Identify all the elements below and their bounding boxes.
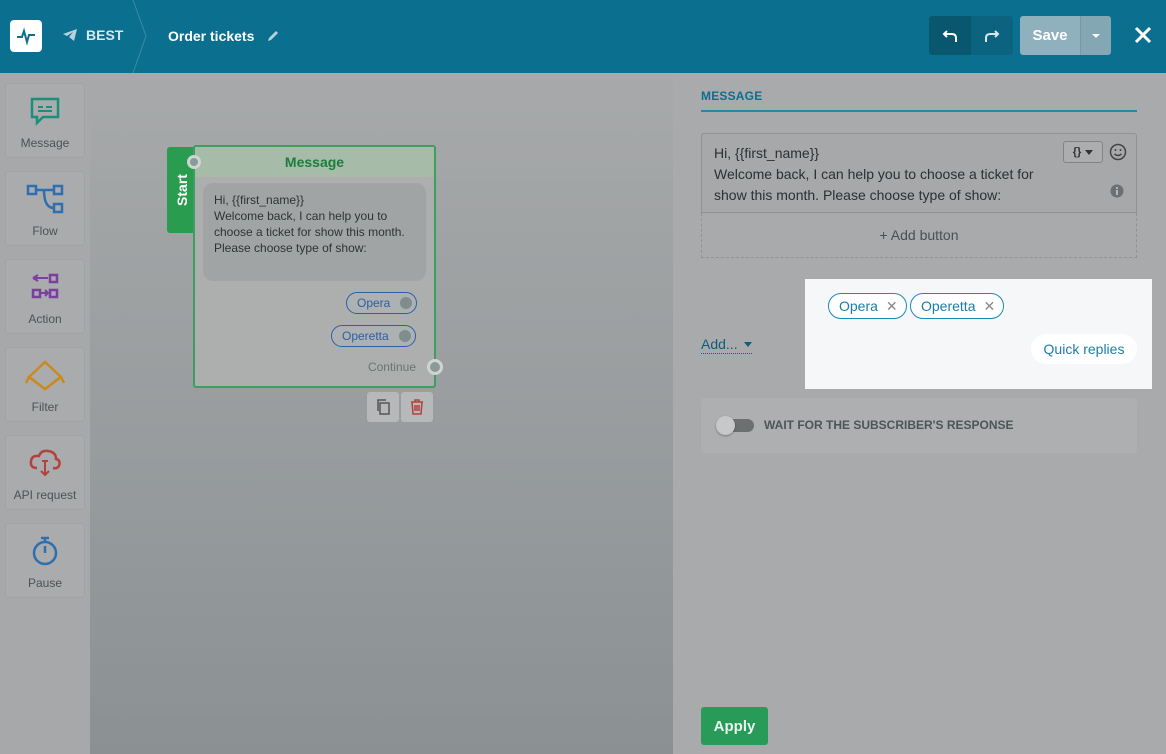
flow-title[interactable]: Order tickets	[168, 28, 280, 44]
variables-button[interactable]: {}	[1063, 141, 1103, 163]
chip-label: Operetta	[921, 298, 976, 314]
telegram-icon	[63, 29, 77, 41]
sidebar-item-label: Filter	[31, 400, 59, 414]
flow-name: Order tickets	[168, 28, 255, 44]
start-label: Start	[174, 174, 190, 206]
sidebar-item-message[interactable]: Message	[5, 83, 85, 158]
caret-down-icon	[743, 341, 752, 347]
sidebar-item-label: Message	[20, 136, 70, 150]
copy-node-button[interactable]	[367, 392, 399, 422]
wait-response-toggle[interactable]	[716, 416, 754, 435]
pulse-logo-icon[interactable]	[10, 20, 42, 52]
message-text-line2: Welcome back, I can help you to choose a…	[714, 166, 1034, 203]
sidebar-item-api-request[interactable]: API request	[5, 435, 85, 510]
sidebar-item-pause[interactable]: Pause	[5, 523, 85, 598]
node-title: Message	[195, 147, 434, 177]
continue-label: Continue	[367, 360, 416, 374]
sidebar-item-label: Flow	[32, 224, 58, 238]
continue-connector[interactable]	[427, 359, 443, 375]
node-message-bubble: Hi, {{first_name}} Welcome back, I can h…	[203, 183, 426, 281]
filter-icon	[25, 360, 65, 391]
sidebar-item-filter[interactable]: Filter	[5, 347, 85, 422]
node-quick-reply-opera[interactable]: Opera	[346, 292, 418, 314]
message-node[interactable]: Message Hi, {{first_name}} Welcome back,…	[187, 145, 443, 388]
sidebar-item-flow[interactable]: Flow	[5, 171, 85, 246]
node-message-line1: Hi, {{first_name}}	[214, 193, 305, 207]
toggle-knob	[716, 416, 735, 435]
undo-button[interactable]	[929, 16, 971, 55]
project-breadcrumb[interactable]: BEST	[62, 27, 123, 43]
trash-icon	[411, 399, 423, 415]
sidebar-item-label: Action	[28, 312, 62, 326]
quick-reply-chip-operetta[interactable]: Operetta ✕	[910, 293, 1005, 319]
undo-icon	[942, 29, 957, 42]
wait-response-section: WAIT FOR THE SUBSCRIBER'S RESPONSE	[701, 398, 1137, 453]
tools-sidebar: Message Flow Action Filter API request P…	[0, 73, 90, 754]
close-icon	[1134, 26, 1152, 44]
top-bar: BEST Order tickets Save	[0, 0, 1166, 73]
flow-icon	[26, 184, 64, 214]
history-controls	[929, 16, 1013, 55]
close-button[interactable]	[1130, 22, 1156, 48]
delete-node-button[interactable]	[401, 392, 433, 422]
redo-icon	[985, 29, 1000, 42]
stopwatch-icon	[32, 536, 58, 566]
save-controls: Save	[1020, 16, 1111, 55]
remove-chip-icon[interactable]: ✕	[886, 298, 898, 315]
api-cloud-icon	[29, 449, 61, 477]
variables-label: {}	[1072, 146, 1082, 158]
save-button[interactable]: Save	[1020, 16, 1080, 55]
message-icon	[30, 97, 60, 126]
quick-reply-connector[interactable]	[398, 330, 411, 342]
caret-down-icon	[1085, 149, 1094, 155]
quick-replies-button[interactable]: Quick replies	[1031, 334, 1137, 364]
caret-down-icon	[1092, 33, 1100, 38]
quick-reply-connector[interactable]	[400, 297, 413, 309]
quick-reply-chip-opera[interactable]: Opera ✕	[828, 293, 907, 319]
sidebar-item-action[interactable]: Action	[5, 259, 85, 334]
node-input-connector[interactable]	[187, 155, 201, 169]
pencil-icon[interactable]	[266, 29, 280, 43]
tab-underline	[701, 110, 1137, 112]
quick-reply-label: Opera	[357, 296, 391, 310]
save-options-button[interactable]	[1080, 16, 1111, 55]
sidebar-item-label: Pause	[27, 576, 63, 590]
emoji-icon[interactable]	[1109, 143, 1127, 161]
sidebar-item-label: API request	[13, 488, 77, 502]
info-icon[interactable]	[1110, 184, 1124, 198]
remove-chip-icon[interactable]: ✕	[983, 298, 995, 315]
project-name: BEST	[86, 27, 124, 43]
quick-reply-label: Operetta	[342, 329, 389, 343]
tab-message[interactable]: MESSAGE	[701, 89, 762, 103]
add-dropdown[interactable]: Add...	[701, 336, 752, 354]
node-message-line2: Welcome back, I can help you to choose a…	[214, 209, 405, 255]
copy-icon	[377, 399, 390, 415]
add-button[interactable]: + Add button	[701, 213, 1137, 258]
wait-response-label: WAIT FOR THE SUBSCRIBER'S RESPONSE	[764, 418, 1014, 432]
redo-button[interactable]	[971, 16, 1013, 55]
action-icon	[31, 273, 59, 299]
add-dropdown-label: Add...	[701, 336, 738, 352]
chip-label: Opera	[839, 298, 878, 314]
node-quick-reply-operetta[interactable]: Operetta	[331, 325, 416, 347]
apply-button[interactable]: Apply	[701, 707, 768, 745]
breadcrumb-separator	[132, 0, 147, 73]
